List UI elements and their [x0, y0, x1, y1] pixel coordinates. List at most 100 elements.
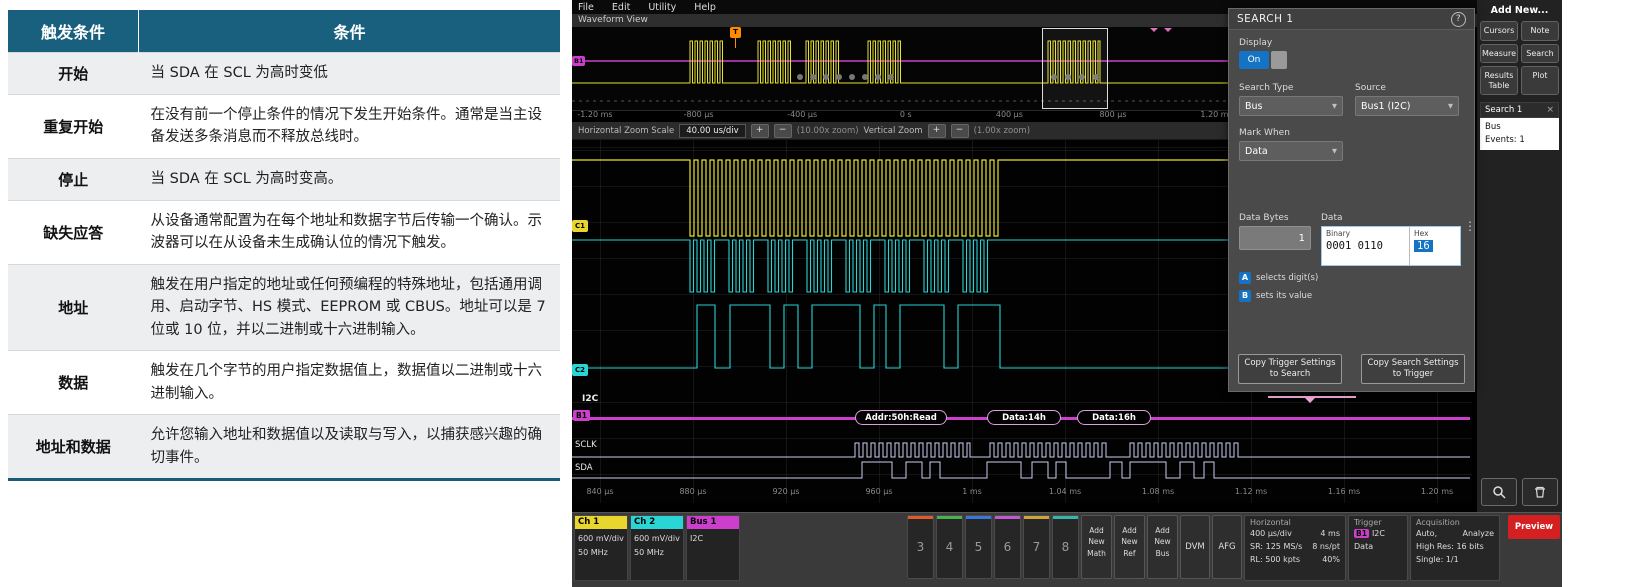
channel-6-button[interactable]: 6 [994, 515, 1021, 579]
copy-trigger-to-search-button[interactable]: Copy Trigger Settings to Search [1238, 354, 1342, 384]
condition-name: 重复开始 [8, 95, 139, 159]
knob-b-text: sets its value [1256, 291, 1312, 301]
add-new-cursors-button[interactable]: Cursors [1480, 21, 1518, 41]
data-value-group: Binary 0001 0110 Hex 16 [1321, 226, 1461, 266]
afg-button[interactable]: AFG [1212, 515, 1242, 579]
bottom-status-bar: Ch 1 600 mV/div 50 MHz Ch 2 600 mV/div 5… [572, 512, 1562, 587]
channel-number: 7 [1033, 540, 1041, 554]
channel-number: 5 [975, 540, 983, 554]
menu-edit[interactable]: Edit [612, 2, 630, 13]
ch2-axis-badge[interactable]: C2 [572, 364, 588, 376]
knob-b-hint: B sets its value [1239, 290, 1464, 302]
trigger-settings-panel[interactable]: Trigger B1I2C Data [1348, 515, 1408, 581]
decode-dot [836, 74, 842, 80]
help-icon[interactable]: ? [1451, 12, 1466, 27]
channel-7-button[interactable]: 7 [1023, 515, 1050, 579]
add-new-note-button[interactable]: Note [1521, 21, 1559, 41]
table-row: 开始当 SDA 在 SCL 为高时变低 [8, 53, 560, 95]
trash-button[interactable] [1522, 478, 1558, 506]
channel-8-button[interactable]: 8 [1052, 515, 1079, 579]
h-zoom-out-button[interactable]: − [774, 124, 792, 138]
channel-color-strip [995, 516, 1020, 519]
mark-when-value: Data [1245, 146, 1268, 157]
bus1-axis-badge[interactable]: B1 [573, 410, 590, 421]
channel-3-button[interactable]: 3 [907, 515, 934, 579]
h-zoom-in-button[interactable]: + [751, 124, 769, 138]
table-row: 数据触发在几个字节的用户指定数据值上，数据值以二进制或十六进制输入。 [8, 351, 560, 415]
add-new-measure-button[interactable]: Measure [1480, 44, 1518, 64]
search1-result-card[interactable]: Bus Events: 1 [1480, 118, 1559, 150]
ch1-axis-badge[interactable]: C1 [572, 220, 588, 232]
acquisition-row: Auto,Analyze [1416, 528, 1494, 541]
ch1-name: Ch 1 [575, 516, 627, 529]
search-type-dropdown[interactable]: Bus ▼ [1239, 96, 1343, 116]
zoom-tool-button[interactable] [1481, 478, 1517, 506]
search-mark-icon [1150, 28, 1158, 36]
horizontal-zoom-scale-value[interactable]: 40.00 us/div [679, 124, 746, 138]
ch2-badge[interactable]: Ch 2 600 mV/div 50 MHz [630, 515, 684, 581]
overview-time-axis: -1.20 ms-800 µs-400 µs0 s400 µs800 µs1.2… [572, 110, 1228, 122]
hex-value-input[interactable]: 16 [1414, 240, 1433, 252]
source-value: Bus1 (I2C) [1361, 101, 1410, 112]
condition-name: 停止 [8, 158, 139, 200]
trigger-position-marker-icon[interactable]: T [730, 27, 741, 38]
menu-utility[interactable]: Utility [648, 2, 676, 13]
trash-icon [1532, 484, 1548, 500]
table-row: 地址和数据允许您输入地址和数据值以及读取与写入，以捕获感兴趣的确切事件。 [8, 415, 560, 480]
add-new-plot-button[interactable]: Plot [1521, 66, 1559, 95]
bus-decode-packet: Data:14h [987, 410, 1061, 425]
add-new-bus-button[interactable]: Add New Bus [1147, 515, 1178, 579]
close-icon[interactable]: × [1546, 105, 1554, 115]
search1-title: Search 1 [1485, 105, 1522, 115]
add-new-search-button[interactable]: Search [1521, 44, 1559, 64]
v-zoom-out-button[interactable]: − [951, 124, 969, 138]
horizontal-settings-panel[interactable]: Horizontal 400 µs/div4 msSR: 125 MS/s8 n… [1244, 515, 1346, 581]
display-toggle[interactable]: On [1239, 51, 1464, 69]
menu-file[interactable]: File [578, 2, 594, 13]
preview-button[interactable]: Preview [1508, 515, 1560, 539]
acquisition-row: High Res: 16 bits [1416, 541, 1494, 554]
trigger-marker-letter: T [733, 28, 738, 36]
decode-dot [849, 74, 855, 80]
horizontal-value: 8 ns/pt [1312, 541, 1340, 554]
zoom-time-axis: 840 µs880 µs920 µs960 µs1 ms1.04 ms1.08 … [572, 487, 1472, 499]
ch2-scale: 600 mV/div [634, 532, 680, 546]
waveform-overview[interactable]: T B1 [572, 27, 1228, 111]
table-header-row: 触发条件条件 [8, 10, 560, 53]
overview-axis-label: 0 s [900, 110, 912, 119]
panel-drag-handle[interactable]: ⋮ [1464, 219, 1476, 233]
menu-help[interactable]: Help [694, 2, 716, 13]
add-new-ref-button[interactable]: Add New Ref [1114, 515, 1145, 579]
dvm-button[interactable]: DVM [1180, 515, 1210, 579]
mark-when-dropdown[interactable]: Data ▼ [1239, 141, 1343, 161]
copy-search-to-trigger-button[interactable]: Copy Search Settings to Trigger [1361, 354, 1465, 384]
acquisition-settings-panel[interactable]: Acquisition Auto,AnalyzeHigh Res: 16 bit… [1410, 515, 1500, 581]
channel-4-button[interactable]: 4 [936, 515, 963, 579]
ch1-badge[interactable]: Ch 1 600 mV/div 50 MHz [574, 515, 628, 581]
time-axis-label: 1.16 ms [1328, 487, 1360, 496]
table-row: 地址触发在用户指定的地址或任何预编程的特殊地址，包括通用调用、启动字节、HS 模… [8, 264, 560, 350]
v-zoom-in-button[interactable]: + [928, 124, 946, 138]
bus1-badge[interactable]: Bus 1 I2C [686, 515, 740, 581]
zoom-region-box[interactable] [1042, 28, 1108, 109]
source-dropdown[interactable]: Bus1 (I2C) ▼ [1355, 96, 1459, 116]
horizontal-value: RL: 500 kpts [1250, 554, 1300, 567]
horizontal-value: 400 µs/div [1250, 528, 1292, 541]
search1-tab[interactable]: Search 1 × [1480, 102, 1559, 118]
decode-dot [875, 74, 881, 80]
source-label: Source [1355, 83, 1459, 93]
channel-5-button[interactable]: 5 [965, 515, 992, 579]
add-new-math-button[interactable]: Add New Math [1081, 515, 1112, 579]
binary-value-input[interactable]: 0001 0110 [1326, 240, 1405, 252]
ch2-name: Ch 2 [631, 516, 683, 529]
channel-number: 4 [946, 540, 954, 554]
page: 触发条件条件 开始当 SDA 在 SCL 为高时变低重复开始在没有前一个停止条件… [0, 0, 1633, 587]
overview-axis-label: -400 µs [787, 110, 817, 119]
chevron-down-icon: ▼ [1332, 102, 1337, 110]
data-bytes-input[interactable]: 1 [1239, 226, 1311, 250]
channel-color-strip [966, 516, 991, 519]
data-bytes-label: Data Bytes [1239, 213, 1311, 223]
add-new-results-table-button[interactable]: Results Table [1480, 66, 1518, 95]
binary-label: Binary [1326, 229, 1405, 238]
horizontal-zoom-scale-label: Horizontal Zoom Scale [578, 126, 674, 136]
